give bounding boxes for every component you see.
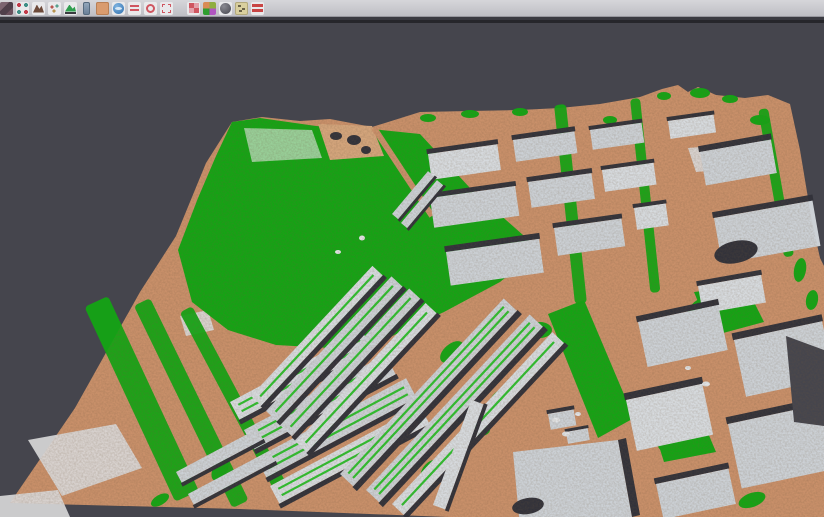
scene-canvas[interactable] <box>0 23 824 517</box>
web-export-icon[interactable] <box>112 2 125 15</box>
profile-icon[interactable] <box>80 2 93 15</box>
cloud-align-icon[interactable] <box>16 2 29 15</box>
viewport-3d[interactable] <box>0 23 824 517</box>
application-window: { "window": { "background": "#2c2c31" },… <box>0 0 824 517</box>
terrain-model-icon[interactable] <box>64 2 77 15</box>
legend-icon[interactable] <box>251 2 264 15</box>
extent-select-icon[interactable] <box>160 2 173 15</box>
terrain-mesh <box>0 85 824 517</box>
main-toolbar <box>0 0 824 17</box>
layer-list-icon[interactable] <box>128 2 141 15</box>
classification-icon[interactable] <box>203 2 216 15</box>
texture-icon[interactable] <box>235 2 248 15</box>
circle-select-icon[interactable] <box>144 2 157 15</box>
sparse-cloud-icon[interactable] <box>48 2 61 15</box>
dem-icon[interactable] <box>32 2 45 15</box>
toolbar-group-separator <box>176 8 184 9</box>
orthophoto-icon[interactable] <box>96 2 109 15</box>
sphere-view-icon[interactable] <box>219 2 232 15</box>
tile-grid-icon[interactable] <box>187 2 200 15</box>
point-cloud-icon[interactable] <box>0 2 13 15</box>
